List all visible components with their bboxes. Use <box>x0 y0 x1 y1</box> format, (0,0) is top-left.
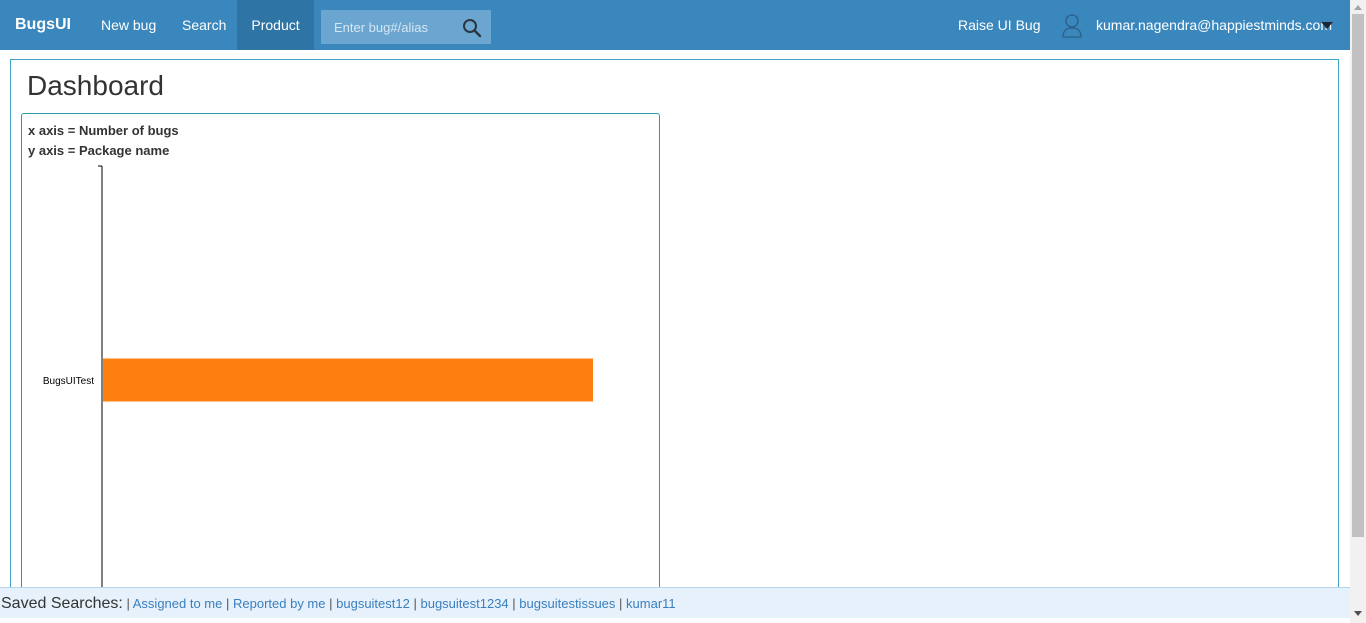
saved-search-link[interactable]: bugsuitest12 <box>336 596 410 611</box>
nav-new-bug[interactable]: New bug <box>101 0 156 50</box>
scroll-down-arrow[interactable] <box>1354 611 1362 616</box>
vertical-scrollbar[interactable] <box>1350 0 1366 623</box>
saved-search-link[interactable]: kumar11 <box>626 596 676 611</box>
scroll-thumb[interactable] <box>1352 14 1364 537</box>
user-icon[interactable] <box>1060 13 1084 39</box>
bug-chart: BugsUITest <box>43 165 593 590</box>
saved-search-link[interactable]: bugsuitestissues <box>519 596 615 611</box>
saved-search-link[interactable]: bugsuitest1234 <box>420 596 508 611</box>
scroll-up-arrow[interactable] <box>1354 5 1362 10</box>
saved-searches-bar: Saved Searches: | Assigned to me | Repor… <box>0 587 1350 618</box>
top-navbar: BugsUI New bug Search Product Raise UI B… <box>0 0 1350 50</box>
quick-search-box <box>321 10 491 44</box>
nav-search[interactable]: Search <box>182 0 226 50</box>
saved-search-link[interactable]: Assigned to me <box>133 596 223 611</box>
user-menu[interactable]: kumar.nagendra@happiestminds.com <box>1096 0 1332 50</box>
caret-down-icon[interactable] <box>1321 22 1333 29</box>
chart-bar[interactable] <box>103 358 593 402</box>
saved-searches-label: Saved Searches: <box>1 595 123 612</box>
search-icon[interactable] <box>462 18 482 38</box>
category-label: BugsUITest <box>43 376 94 387</box>
page-title: Dashboard <box>27 70 164 101</box>
y-axis-note: y axis = Package name <box>28 143 170 158</box>
saved-search-link[interactable]: Reported by me <box>233 596 326 611</box>
x-axis-note: x axis = Number of bugs <box>28 123 179 138</box>
raise-ui-bug-link[interactable]: Raise UI Bug <box>958 0 1040 50</box>
nav-product[interactable]: Product <box>237 0 314 50</box>
brand-logo[interactable]: BugsUI <box>15 0 71 50</box>
bug-search-input[interactable] <box>321 10 461 44</box>
